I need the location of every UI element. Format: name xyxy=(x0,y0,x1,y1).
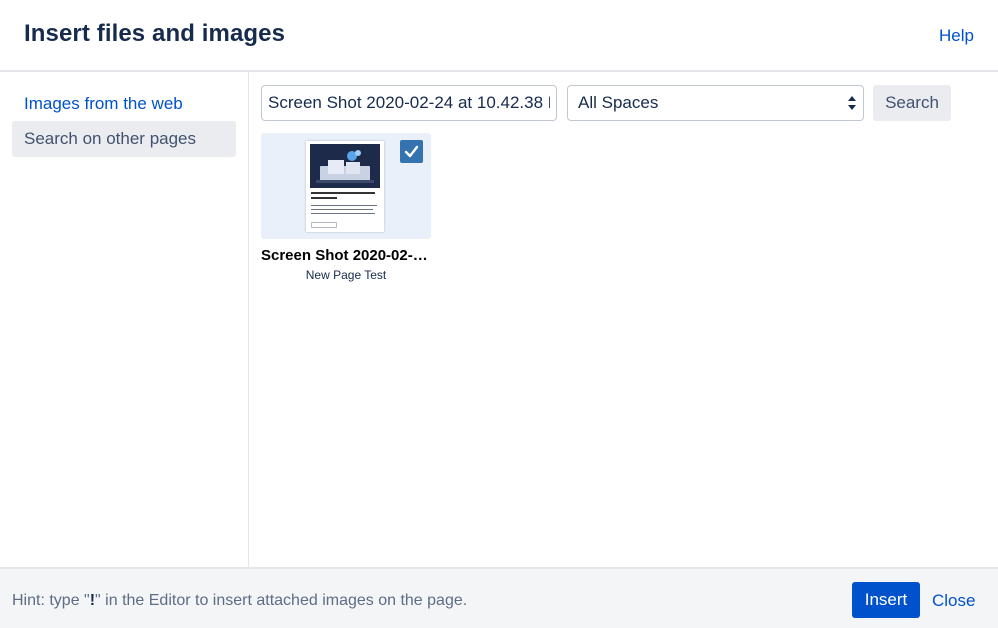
thumbnail-text-line xyxy=(311,209,373,210)
thumbnail-text-line xyxy=(311,213,375,214)
thumbnail-text-line xyxy=(311,205,377,206)
search-button[interactable]: Search xyxy=(873,85,951,121)
select-arrows-icon xyxy=(848,96,856,110)
sidebar-item-images-from-web[interactable]: Images from the web xyxy=(12,86,236,122)
dialog-header: Insert files and images Help xyxy=(0,0,998,72)
space-select[interactable]: All Spaces xyxy=(567,85,864,121)
search-panel: All Spaces Search xyxy=(249,72,998,567)
thumbnail-preview xyxy=(306,141,384,232)
thumbnail-button xyxy=(311,222,337,228)
dialog-title: Insert files and images xyxy=(24,20,286,47)
dialog-footer: Hint: type "!" in the Editor to insert a… xyxy=(0,567,998,628)
result-title: Screen Shot 2020-02-24 at 10.42.38 PM xyxy=(261,247,431,264)
sidebar: Images from the web Search on other page… xyxy=(0,72,249,567)
close-button[interactable]: Close xyxy=(932,591,975,611)
checkmark-icon xyxy=(404,145,419,158)
thumbnail-hero-image xyxy=(310,144,380,188)
thumbnail-heading-line xyxy=(311,192,375,194)
hint-suffix: " in the Editor to insert attached image… xyxy=(95,592,468,609)
result-checkbox[interactable] xyxy=(400,140,423,163)
insert-button[interactable]: Insert xyxy=(852,582,920,618)
search-input[interactable] xyxy=(261,85,557,121)
help-link[interactable]: Help xyxy=(939,26,974,46)
hint-text: Hint: type "!" in the Editor to insert a… xyxy=(12,592,467,610)
illustration-icon xyxy=(316,150,374,183)
space-select-value: All Spaces xyxy=(578,93,659,112)
thumbnail-heading-line xyxy=(311,197,337,199)
result-page: New Page Test xyxy=(305,268,387,282)
hint-prefix: Hint: type " xyxy=(12,592,90,609)
sidebar-item-search-other-pages[interactable]: Search on other pages xyxy=(12,121,236,157)
result-thumbnail[interactable] xyxy=(261,133,431,239)
insert-files-dialog: Insert files and images Help Images from… xyxy=(0,0,998,628)
